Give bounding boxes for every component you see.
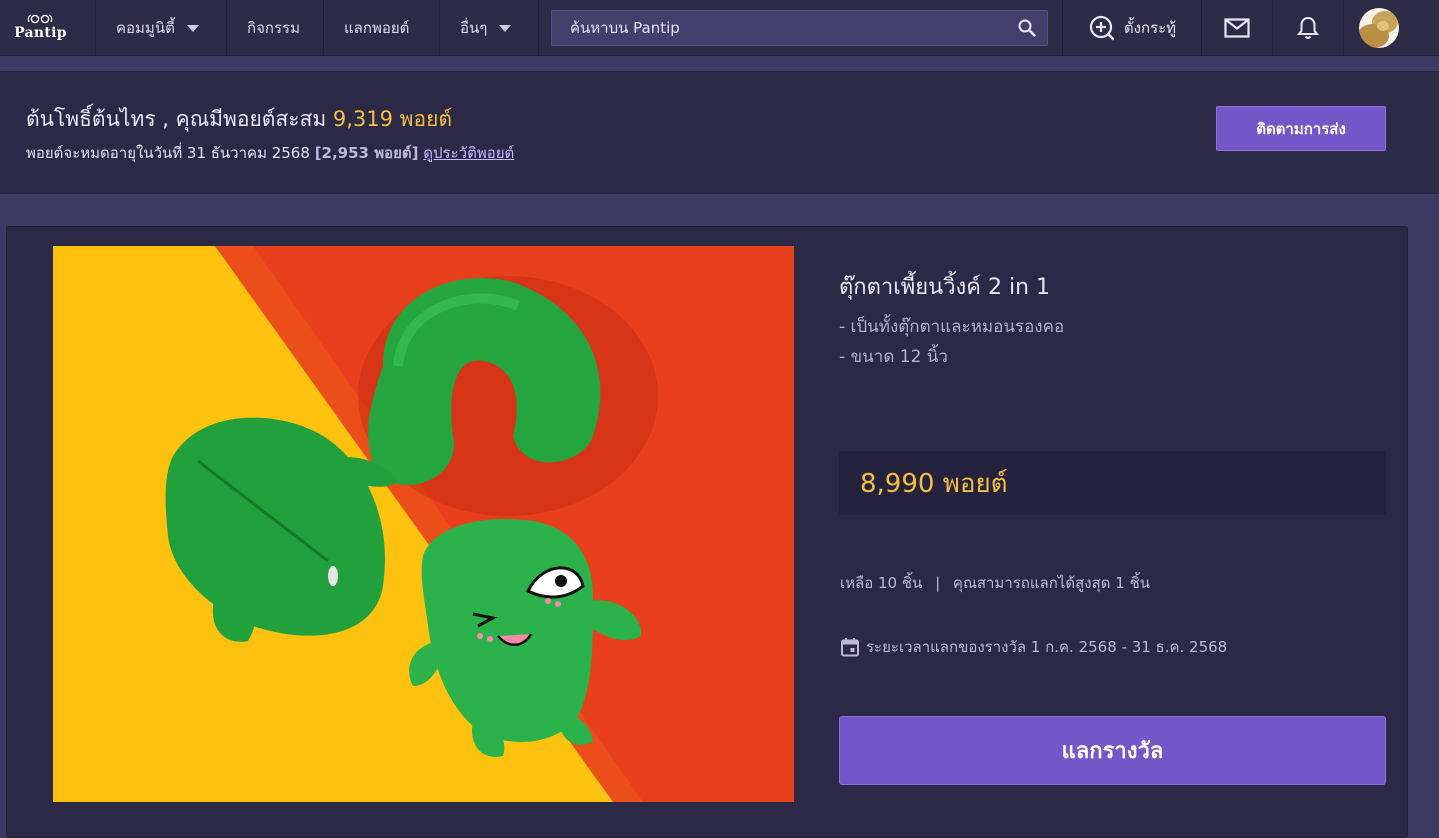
- points-expiry: พอยต์จะหมดอายุในวันที่ 31 ธันวาคม 2568 […: [26, 141, 514, 165]
- search-icon[interactable]: [1017, 18, 1037, 38]
- calendar-icon: [841, 638, 859, 657]
- username: ต้นโพธิ์ต้นไทร: [26, 107, 156, 131]
- redeem-period: ระยะเวลาแลกของรางวัล 1 ก.ค. 2568 - 31 ธ.…: [840, 635, 1227, 659]
- reward-desc-line: - ขนาด 12 นิ้ว: [839, 347, 948, 367]
- points-title: ต้นโพธิ์ต้นไทร , คุณมีพอยต์สะสม 9,319 พอ…: [26, 103, 452, 136]
- points-history-link[interactable]: ดูประวัติพอยต์: [423, 144, 514, 162]
- nav-more-label: อื่นๆ: [460, 18, 488, 37]
- avatar-image: [1359, 7, 1399, 48]
- nav-activity[interactable]: กิจกรรม: [227, 0, 324, 55]
- redeem-period-text: ระยะเวลาแลกของรางวัล 1 ก.ค. 2568 - 31 ธ.…: [866, 638, 1228, 656]
- logo-text: Pantip: [14, 25, 67, 41]
- reward-title: ตุ๊กตาเพี้ยนวิ้งค์ 2 in 1: [839, 275, 1051, 300]
- expire-amount: [2,953 พอยต์]: [314, 144, 419, 162]
- nav-activity-label: กิจกรรม: [247, 18, 300, 37]
- stock-info: เหลือ 10 ชิ้น | คุณสามารถแลกได้สูงสุด 1 …: [840, 571, 1150, 595]
- reward-image: [53, 246, 794, 802]
- track-shipping-button[interactable]: ติดตามการส่ง: [1216, 106, 1386, 151]
- pantip-logo[interactable]: Pantip: [0, 0, 96, 55]
- points-summary: ต้นโพธิ์ต้นไทร , คุณมีพอยต์สะสม 9,319 พอ…: [0, 71, 1439, 194]
- reward-photo: [53, 246, 794, 802]
- nav-points-label: แลกพอยต์: [344, 18, 410, 37]
- chevron-down-icon: [186, 25, 199, 32]
- mail-icon: [1224, 17, 1250, 38]
- reward-description: - เป็นทั้งตุ๊กตาและหมอนรองคอ - ขนาด 12 น…: [839, 312, 1064, 372]
- points-total: 9,319 พอยต์: [332, 107, 453, 131]
- new-post-button[interactable]: ตั้งกระทู้: [1063, 0, 1202, 55]
- top-navbar: Pantip คอมมูนิตี้ กิจกรรม แลกพอยต์ อื่นๆ…: [0, 0, 1439, 56]
- search-box: [551, 9, 1048, 46]
- nav-community-label: คอมมูนิตี้: [116, 18, 175, 37]
- nav-points[interactable]: แลกพอยต์: [324, 0, 440, 55]
- chevron-down-icon: [499, 25, 512, 32]
- nav-more[interactable]: อื่นๆ: [440, 0, 539, 55]
- messages-button[interactable]: [1202, 0, 1273, 55]
- reward-desc-line: - เป็นทั้งตุ๊กตาและหมอนรองคอ: [839, 317, 1065, 337]
- nav-community[interactable]: คอมมูนิตี้: [96, 0, 227, 55]
- reward-card: ตุ๊กตาเพี้ยนวิ้งค์ 2 in 1 - เป็นทั้งตุ๊ก…: [6, 226, 1408, 838]
- reward-price: 8,990 พอยต์: [860, 468, 1008, 499]
- pantip-logo-icon: [27, 14, 52, 24]
- profile-button[interactable]: [1344, 0, 1414, 55]
- avatar: [1359, 7, 1399, 48]
- new-post-label: ตั้งกระทู้: [1123, 18, 1177, 37]
- redeem-limit: คุณสามารถแลกได้สูงสุด 1 ชิ้น: [952, 574, 1151, 592]
- search-input[interactable]: [568, 17, 1017, 38]
- bell-icon: [1297, 16, 1319, 39]
- greeting-text: , คุณมีพอยต์สะสม: [162, 107, 327, 131]
- separator: |: [935, 574, 941, 592]
- redeem-button[interactable]: แลกรางวัล: [839, 716, 1386, 785]
- add-circle-icon: [1089, 15, 1115, 40]
- price-box: 8,990 พอยต์: [839, 451, 1386, 515]
- expire-text: พอยต์จะหมดอายุในวันที่ 31 ธันวาคม 2568: [26, 144, 310, 162]
- search-area: [539, 0, 1063, 55]
- notifications-button[interactable]: [1273, 0, 1344, 55]
- remaining-count: เหลือ 10 ชิ้น: [840, 574, 923, 592]
